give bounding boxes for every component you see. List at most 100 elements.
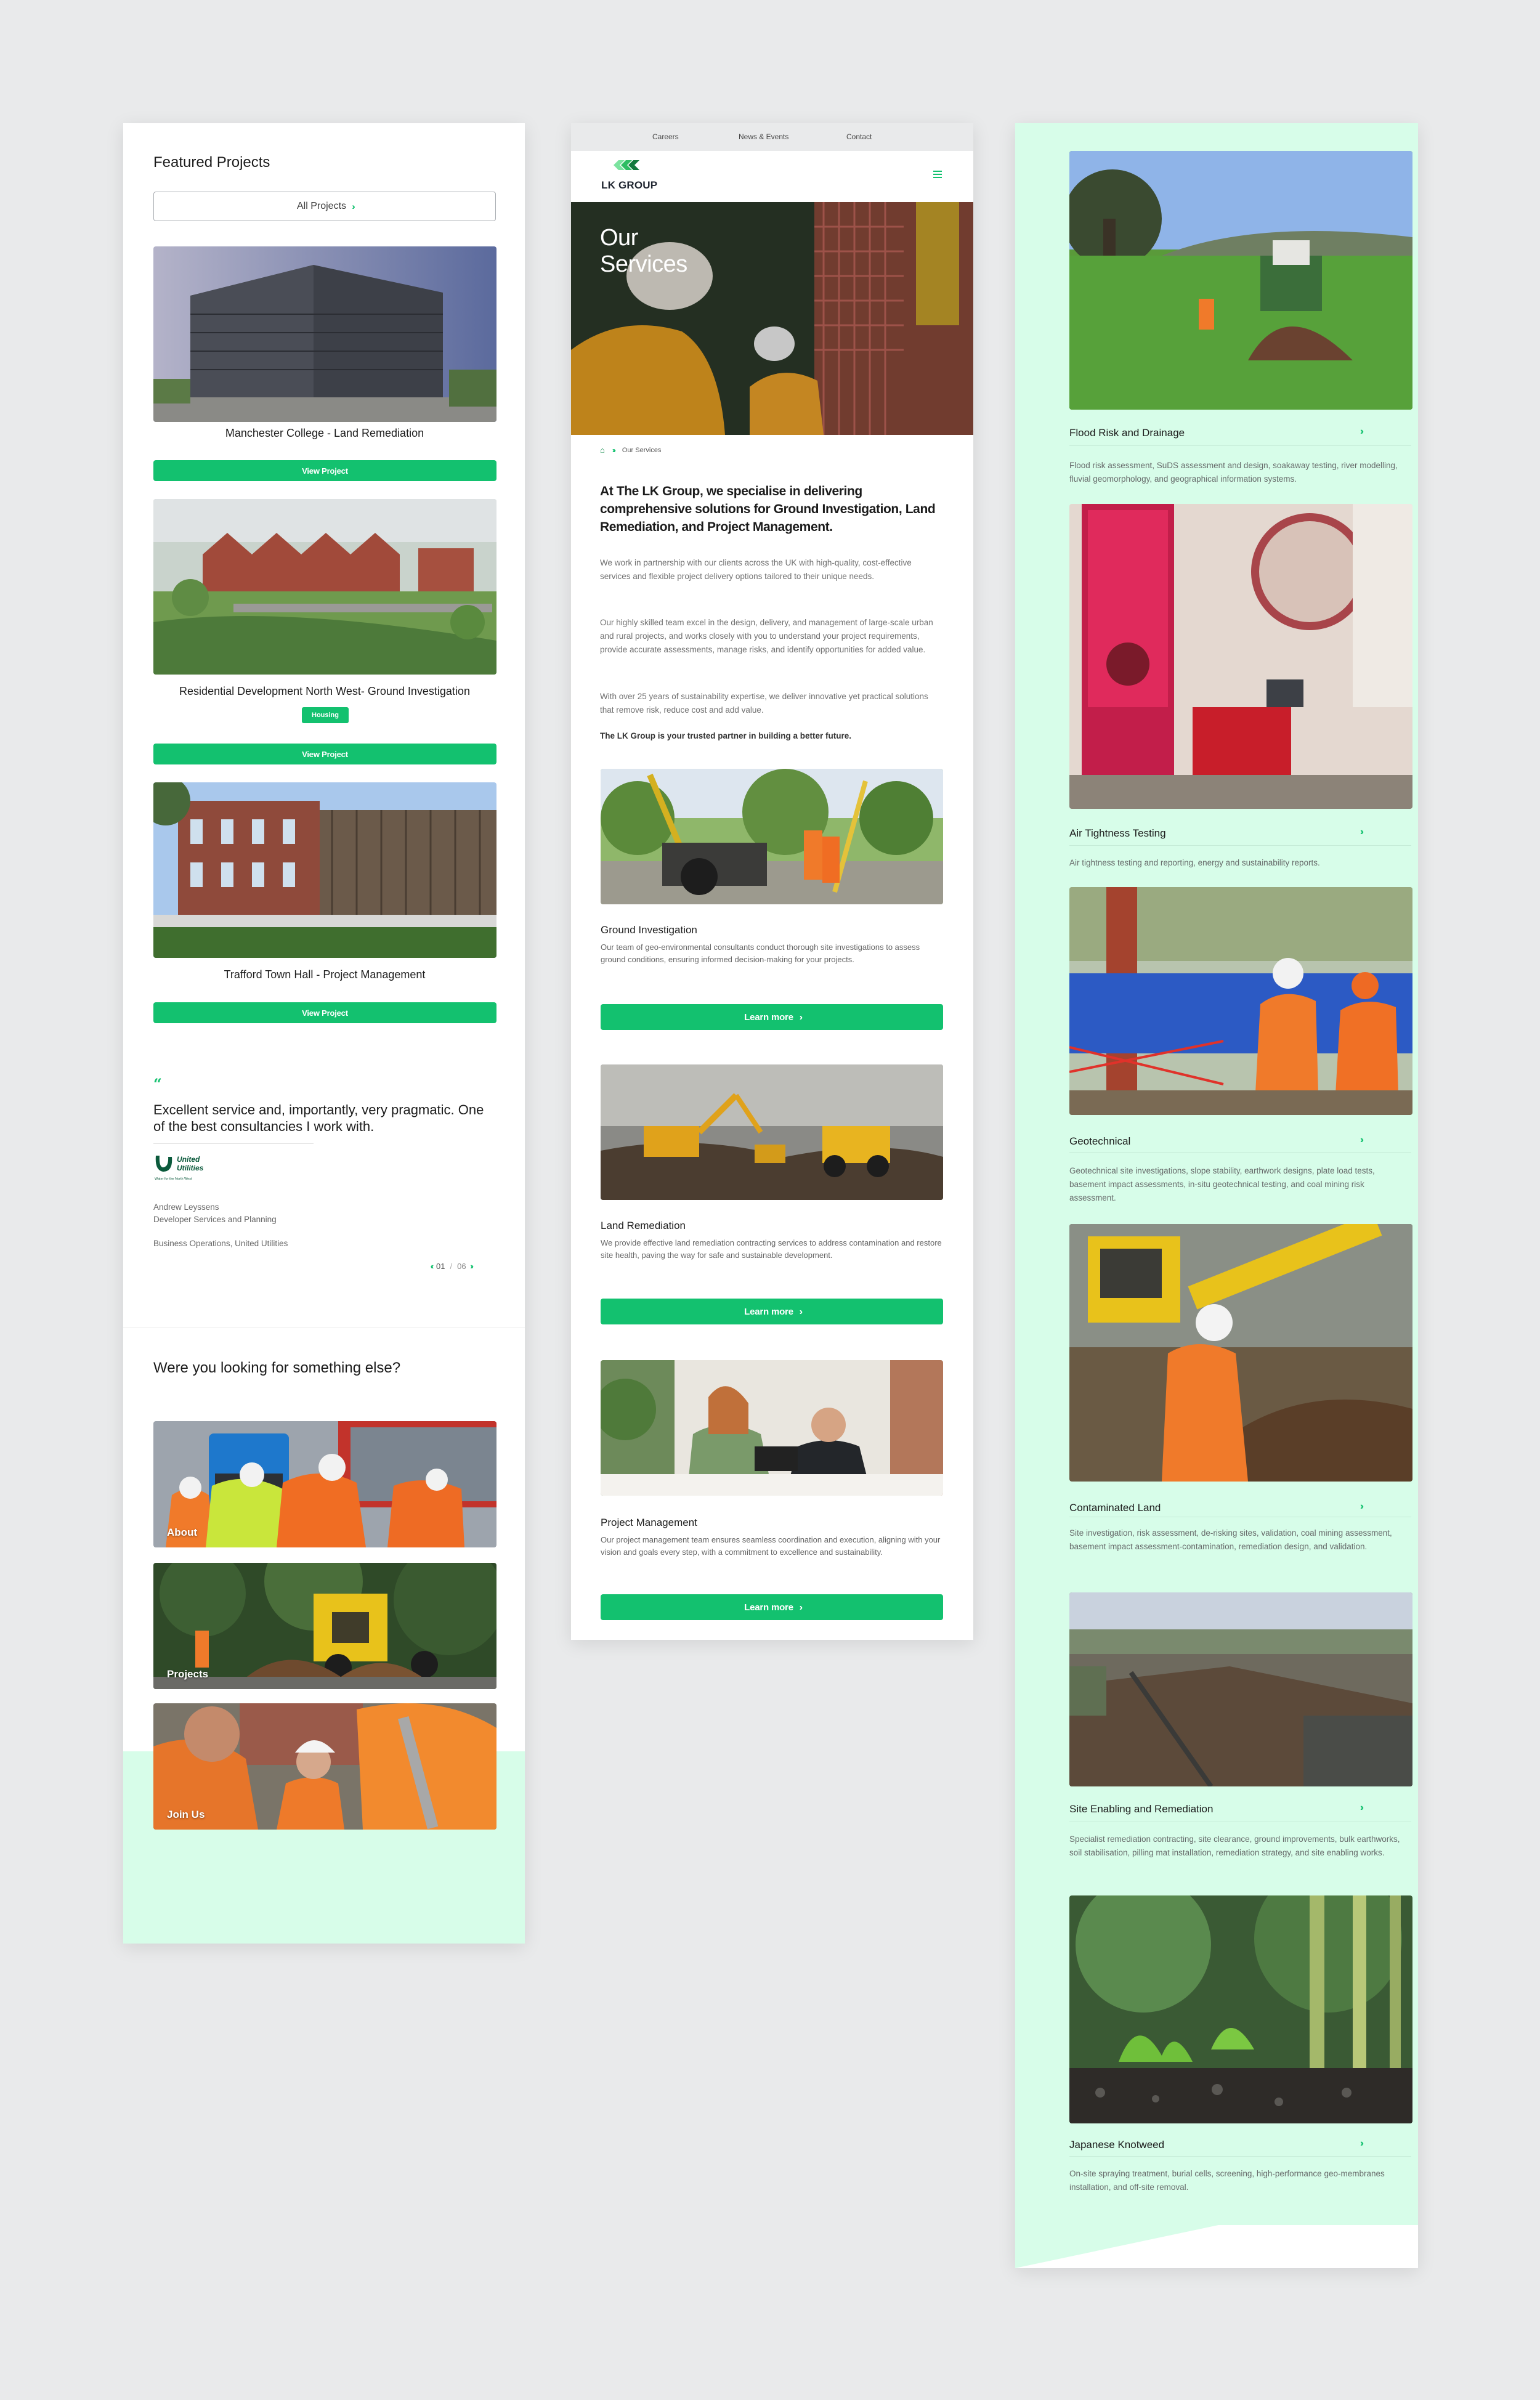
learn-more-button[interactable]: Learn more››› bbox=[601, 1299, 943, 1324]
hero-title: Our Services bbox=[600, 225, 687, 278]
service-title[interactable]: Site Enabling and Remediation bbox=[1069, 1803, 1213, 1815]
service-title: Land Remediation bbox=[601, 1220, 686, 1231]
pager-current: 01 bbox=[436, 1262, 445, 1271]
service-description: Site investigation, risk assessment, de-… bbox=[1069, 1528, 1392, 1551]
nav-news-events[interactable]: News & Events bbox=[739, 132, 788, 141]
hero-title-line-2: Services bbox=[600, 251, 687, 277]
featured-projects-heading: Featured Projects bbox=[153, 154, 270, 171]
service-description: Flood risk assessment, SuDS assessment a… bbox=[1069, 461, 1398, 484]
view-project-button[interactable]: View Project bbox=[153, 460, 496, 481]
project-image-trafford-town-hall[interactable] bbox=[153, 782, 496, 958]
join-us-tile-label: Join Us bbox=[167, 1809, 205, 1820]
service-description: We provide effective land remediation co… bbox=[601, 1238, 942, 1260]
all-projects-button[interactable]: All Projects ››› bbox=[153, 192, 496, 221]
all-projects-label: All Projects bbox=[296, 201, 347, 211]
service-title[interactable]: Japanese Knotweed bbox=[1069, 2139, 1164, 2151]
intro-paragraph: We work in partnership with our clients … bbox=[600, 558, 912, 581]
air-tightness-image[interactable] bbox=[1069, 504, 1412, 809]
learn-more-label: Learn more bbox=[744, 1602, 793, 1613]
pager-separator: / bbox=[450, 1262, 453, 1271]
nav-careers[interactable]: Careers bbox=[652, 132, 679, 141]
land-remediation-image[interactable] bbox=[601, 1064, 943, 1200]
utility-nav: Careers News & Events Contact bbox=[571, 123, 973, 151]
view-project-button[interactable]: View Project bbox=[153, 1002, 496, 1023]
united-utilities-logo: United Utilities Water for the North Wes… bbox=[153, 1153, 212, 1183]
view-project-button[interactable]: View Project bbox=[153, 744, 496, 764]
service-description: Geotechnical site investigations, slope … bbox=[1069, 1166, 1375, 1202]
project-title[interactable]: Trafford Town Hall - Project Management bbox=[153, 968, 496, 981]
service-description: Specialist remediation contracting, site… bbox=[1069, 1834, 1400, 1857]
service-divider bbox=[1069, 2156, 1411, 2157]
featured-projects-page: Featured Projects All Projects ››› Manch… bbox=[123, 123, 525, 1944]
home-icon[interactable]: ⌂ bbox=[600, 445, 605, 455]
quote-icon: “ bbox=[153, 1075, 162, 1093]
our-services-page: Careers News & Events Contact LK GROUP O… bbox=[571, 123, 973, 1640]
service-title[interactable]: Geotechnical bbox=[1069, 1135, 1130, 1148]
intro-tagline: The LK Group is your trusted partner in … bbox=[600, 731, 852, 740]
pager-total: 06 bbox=[457, 1262, 466, 1271]
learn-more-label: Learn more bbox=[744, 1011, 793, 1023]
logo-tagline: Water for the North West bbox=[155, 1177, 192, 1181]
projects-tile-label: Projects bbox=[167, 1668, 209, 1680]
japanese-knotweed-image[interactable] bbox=[1069, 1895, 1412, 2123]
project-management-image[interactable] bbox=[601, 1360, 943, 1496]
service-title[interactable]: Flood Risk and Drainage bbox=[1069, 427, 1185, 439]
join-us-tile[interactable]: Join Us bbox=[153, 1703, 496, 1830]
testimonial-pager: ‹‹‹ 01 / 06 ››› bbox=[431, 1262, 474, 1271]
lk-group-logo[interactable] bbox=[600, 160, 674, 197]
nav-contact[interactable]: Contact bbox=[846, 132, 872, 141]
testimonial-person-role: Developer Services and Planning bbox=[153, 1215, 277, 1224]
service-title[interactable]: Contaminated Land bbox=[1069, 1502, 1161, 1514]
looking-for-else-heading: Were you looking for something else? bbox=[153, 1360, 401, 1376]
chevrons-right-icon[interactable]: ››› bbox=[1360, 426, 1364, 437]
service-divider bbox=[1069, 1152, 1411, 1153]
logo-name: United bbox=[177, 1155, 200, 1164]
contaminated-land-image[interactable] bbox=[1069, 1224, 1412, 1482]
hamburger-menu-icon[interactable] bbox=[933, 171, 942, 178]
service-title: Project Management bbox=[601, 1517, 697, 1528]
testimonial-person-name: Andrew Leyssens bbox=[153, 1202, 219, 1212]
decorative-wedge bbox=[1015, 2225, 1418, 2268]
intro-paragraph: Our highly skilled team excel in the des… bbox=[600, 618, 933, 654]
flood-risk-image[interactable] bbox=[1069, 151, 1412, 410]
projects-tile[interactable]: Projects bbox=[153, 1563, 496, 1689]
chevrons-right-icon[interactable]: ››› bbox=[1360, 2138, 1364, 2149]
learn-more-label: Learn more bbox=[744, 1306, 793, 1317]
logo-text: LK GROUP bbox=[601, 179, 658, 191]
project-title[interactable]: Residential Development North West- Grou… bbox=[153, 685, 496, 698]
specialist-services-page: Flood Risk and Drainage ››› Flood risk a… bbox=[1015, 123, 1418, 2268]
testimonial-divider bbox=[153, 1143, 314, 1144]
about-tile-label: About bbox=[167, 1526, 198, 1538]
about-tile[interactable]: About bbox=[153, 1421, 496, 1547]
learn-more-button[interactable]: Learn more››› bbox=[601, 1004, 943, 1030]
service-description: Our project management team ensures seam… bbox=[601, 1535, 941, 1557]
intro-heading: At The LK Group, we specialise in delive… bbox=[600, 484, 936, 534]
project-title[interactable]: Manchester College - Land Remediation bbox=[153, 427, 496, 440]
service-title: Ground Investigation bbox=[601, 924, 697, 936]
service-divider bbox=[1069, 845, 1411, 846]
service-divider bbox=[1069, 445, 1411, 446]
project-image-manchester-college[interactable] bbox=[153, 246, 496, 422]
breadcrumb: ⌂ ››› Our Services bbox=[600, 445, 661, 455]
chevrons-right-icon[interactable]: ››› bbox=[1360, 1135, 1364, 1146]
category-tag[interactable]: Housing bbox=[302, 707, 349, 723]
service-description: On-site spraying treatment, burial cells… bbox=[1069, 2169, 1385, 2192]
service-description: Air tightness testing and reporting, ene… bbox=[1069, 858, 1320, 867]
ground-investigation-image[interactable] bbox=[601, 769, 943, 904]
chevrons-right-icon[interactable]: ››› bbox=[1360, 1802, 1364, 1814]
testimonial-quote: Excellent service and, importantly, very… bbox=[153, 1102, 484, 1134]
project-image-residential-development[interactable] bbox=[153, 499, 496, 675]
learn-more-button[interactable]: Learn more››› bbox=[601, 1594, 943, 1620]
service-title[interactable]: Air Tightness Testing bbox=[1069, 827, 1166, 840]
intro-paragraph: With over 25 years of sustainability exp… bbox=[600, 692, 928, 715]
service-description: Our team of geo-environmental consultant… bbox=[601, 943, 920, 964]
geotechnical-image[interactable] bbox=[1069, 887, 1412, 1115]
testimonial-person-org: Business Operations, United Utilities bbox=[153, 1239, 288, 1248]
logo-name2: Utilities bbox=[177, 1164, 204, 1172]
hero-title-line-1: Our bbox=[600, 225, 638, 251]
chevrons-right-icon[interactable]: ››› bbox=[1360, 827, 1364, 838]
hero-image: Our Services bbox=[571, 202, 973, 435]
site-enabling-image[interactable] bbox=[1069, 1592, 1412, 1786]
chevrons-right-icon[interactable]: ››› bbox=[1360, 1501, 1364, 1512]
breadcrumb-current: Our Services bbox=[622, 446, 662, 454]
